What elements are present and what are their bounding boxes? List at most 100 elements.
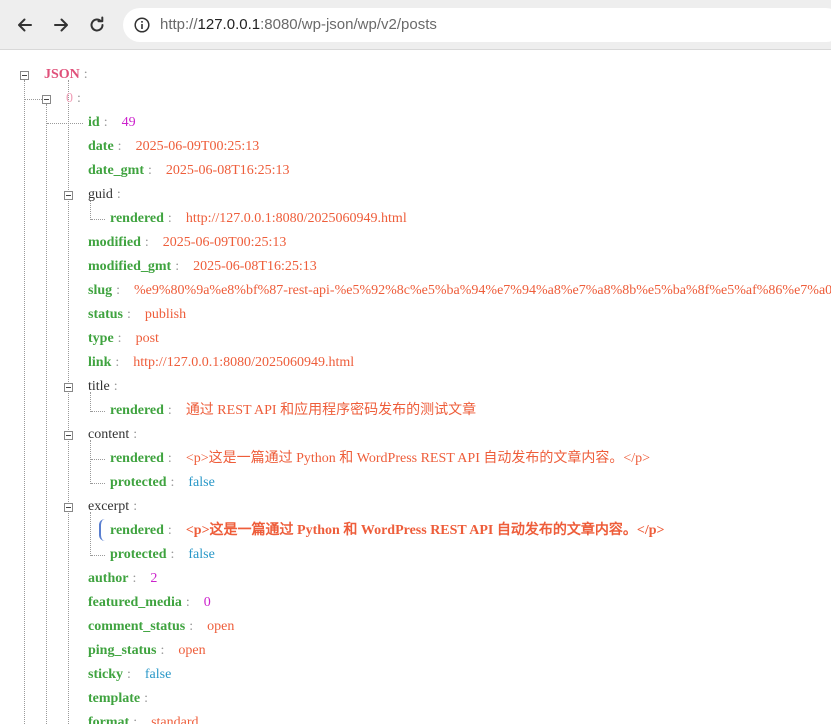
json-key: type: [88, 331, 114, 346]
colon: :: [116, 187, 121, 202]
address-bar[interactable]: http://127.0.0.1:8080/wp-json/wp/v2/post…: [123, 8, 831, 42]
colon: :: [167, 523, 172, 538]
collapse-toggle-excerpt[interactable]: [64, 503, 73, 512]
json-row-modified-gmt: modified_gmt:2025-06-08T16:25:13: [88, 255, 317, 279]
json-row-guid-rendered: rendered: http://127.0.0.1:8080/202506094…: [110, 207, 407, 231]
colon: :: [117, 139, 122, 154]
json-value: publish: [144, 307, 187, 322]
reload-button[interactable]: [82, 10, 112, 40]
json-key: template: [88, 691, 141, 706]
colon: :: [170, 547, 175, 562]
json-value: %e9%80%9a%e8%bf%87-rest-api-%e5%92%8c%e5…: [134, 283, 831, 298]
info-icon[interactable]: [134, 17, 150, 33]
json-row-ping-status: ping_status: open: [88, 639, 206, 663]
json-key: comment_status: [88, 619, 186, 634]
collapse-toggle-root[interactable]: [20, 71, 29, 80]
colon: :: [117, 331, 122, 346]
json-value: 2025-06-09T00:25:13: [162, 235, 287, 250]
json-row-content: content:: [88, 423, 137, 447]
json-key: modified_gmt: [88, 259, 172, 274]
colon: :: [170, 475, 175, 490]
json-key: title: [88, 379, 110, 394]
json-value: 2025-06-08T16:25:13: [165, 163, 290, 178]
colon: :: [167, 403, 172, 418]
json-key: protected: [110, 475, 167, 490]
json-row-guid: guid:: [88, 183, 121, 207]
tree-line-props: [68, 80, 69, 724]
tree-branch: [47, 123, 83, 124]
json-row-featured-media: featured_media:0: [88, 591, 211, 615]
json-value: standard: [151, 715, 199, 724]
json-key: link: [88, 355, 112, 370]
colon: :: [144, 691, 148, 706]
json-row-excerpt-rendered: rendered: <p>这是一篇通过 Python 和 WordPress RE…: [110, 519, 664, 543]
forward-button[interactable]: [46, 10, 76, 40]
browser-toolbar: http://127.0.0.1:8080/wp-json/wp/v2/post…: [0, 0, 831, 50]
json-row-modified: modified:2025-06-09T00:25:13: [88, 231, 286, 255]
arrow-right-icon: [54, 18, 68, 32]
json-value: open: [178, 643, 206, 658]
json-key: content: [88, 427, 130, 442]
json-index-key: 0: [66, 91, 73, 106]
colon: :: [77, 91, 81, 106]
colon: :: [167, 211, 172, 226]
collapse-toggle-index[interactable]: [42, 95, 51, 104]
json-root-key: JSON: [44, 67, 80, 82]
json-row-format: format: standard: [88, 711, 199, 724]
tree-branch-index: [25, 99, 42, 100]
colon: :: [175, 259, 180, 274]
json-value: <p>这是一篇通过 Python 和 WordPress REST API 自动…: [185, 523, 665, 538]
url-text[interactable]: http://127.0.0.1:8080/wp-json/wp/v2/post…: [160, 16, 437, 33]
collapse-toggle-title[interactable]: [64, 383, 73, 392]
json-key: rendered: [110, 211, 164, 226]
url-scheme: http://: [160, 16, 198, 33]
json-row-content-protected: protected: false: [110, 471, 215, 495]
json-key: rendered: [110, 451, 164, 466]
json-row-sticky: sticky: false: [88, 663, 171, 687]
json-value: http://127.0.0.1:8080/2025060949.html: [133, 355, 355, 370]
colon: :: [185, 595, 190, 610]
tree-line-index: [46, 104, 47, 724]
json-key: slug: [88, 283, 113, 298]
json-row-excerpt: excerpt:: [88, 495, 137, 519]
json-key: ping_status: [88, 643, 157, 658]
json-row-type: type: post: [88, 327, 159, 351]
json-value: <p>这是一篇通过 Python 和 WordPress REST API 自动…: [185, 451, 651, 466]
json-key: format: [88, 715, 130, 724]
colon: :: [189, 619, 194, 634]
colon: :: [127, 307, 131, 322]
json-row-comment-status: comment_status: open: [88, 615, 234, 639]
reload-icon: [90, 16, 104, 32]
colon: :: [133, 499, 138, 514]
json-key: modified: [88, 235, 141, 250]
back-button[interactable]: [10, 10, 40, 40]
json-row-slug: slug: %e9%80%9a%e8%bf%87-rest-api-%e5%92%…: [88, 279, 831, 303]
json-value: false: [144, 667, 172, 682]
json-row-content-rendered: rendered: <p>这是一篇通过 Python 和 WordPress RE…: [110, 447, 650, 471]
json-row-title: title:: [88, 375, 118, 399]
tree-branch: [91, 219, 105, 220]
collapse-toggle-content[interactable]: [64, 431, 73, 440]
tree-branch: [91, 555, 105, 556]
json-value: 49: [121, 115, 136, 130]
colon: :: [127, 667, 131, 682]
json-row-date: date:2025-06-09T00:25:13: [88, 135, 259, 159]
colon: :: [148, 163, 152, 178]
colon: :: [133, 715, 138, 724]
json-key: excerpt: [88, 499, 130, 514]
json-root-row: JSON:: [44, 63, 88, 87]
colon: :: [167, 451, 172, 466]
json-viewer: JSON: 0: id:49 date:2025-06-09T00:25:13 …: [0, 50, 831, 724]
json-row-template: template:: [88, 687, 148, 711]
tree-branch: [91, 459, 105, 460]
json-value: 2025-06-08T16:25:13: [193, 259, 317, 274]
collapse-toggle-guid[interactable]: [64, 191, 73, 200]
json-row-title-rendered: rendered: 通过 REST API 和应用程序密码发布的测试文章: [110, 399, 476, 423]
colon: :: [113, 379, 118, 394]
json-row-status: status: publish: [88, 303, 186, 327]
hover-brace: [99, 519, 105, 541]
json-value: open: [207, 619, 235, 634]
json-key: sticky: [88, 667, 123, 682]
json-row-excerpt-protected: protected: false: [110, 543, 215, 567]
json-key: status: [88, 307, 124, 322]
